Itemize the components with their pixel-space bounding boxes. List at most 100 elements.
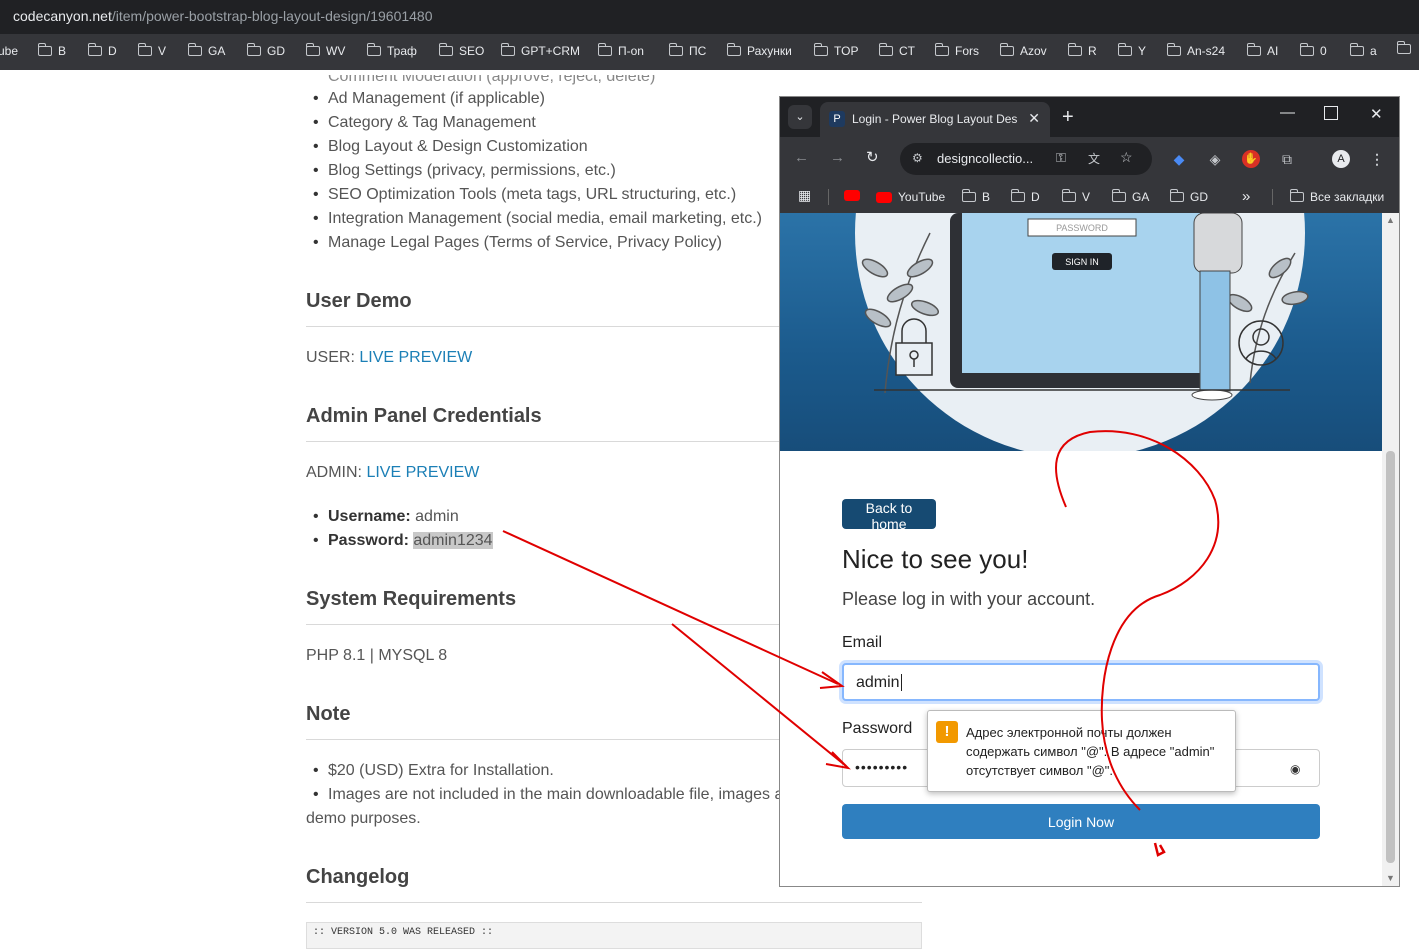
bookmark-folder[interactable] [1396, 41, 1411, 54]
forward-arrow-icon[interactable]: → [830, 149, 845, 166]
tab-close-icon[interactable]: ✕ [1028, 110, 1040, 127]
feature-item: Manage Legal Pages (Terms of Service, Pr… [313, 234, 722, 252]
popup-scrollbar[interactable]: ▲ ▼ [1382, 213, 1399, 886]
popup-bookmarks-bar: ▦ YouTube B D V GA GD » Все закладки [780, 181, 1399, 213]
separator [1272, 189, 1273, 205]
url-host: codecanyon.net [13, 8, 112, 24]
folder-icon [438, 43, 453, 56]
extension-tag-icon[interactable]: ◆ [1170, 150, 1188, 168]
bookmark-folder[interactable]: GPT+CRM [500, 43, 580, 58]
username-label: Username: [328, 508, 411, 525]
back-to-home-button[interactable]: Back to home [842, 499, 936, 532]
password-value-selected: admin1234 [413, 532, 493, 549]
translate-icon[interactable]: 文 [1088, 150, 1100, 167]
bookmark-folder[interactable]: WV [305, 43, 345, 58]
bookmark-label: GA [1132, 190, 1150, 204]
minimize-icon[interactable]: — [1280, 104, 1295, 121]
bookmark-folder[interactable]: AI [1246, 43, 1278, 58]
folder-icon [187, 43, 202, 56]
note-item: Images are not included in the main down… [313, 786, 783, 804]
login-illustration: PASSWORD SIGN IN [855, 213, 1309, 451]
user-demo-line: USER: LIVE PREVIEW [306, 349, 472, 367]
bookmark-folder[interactable]: П-on [597, 43, 644, 58]
email-field[interactable]: admin [842, 663, 1320, 701]
key-icon[interactable]: ⚿ [1056, 150, 1066, 166]
apps-grid-icon[interactable]: ▦ [798, 188, 811, 202]
bookmark-folder[interactable]: GD [246, 43, 285, 58]
bookmark-folder[interactable]: ПС [668, 43, 706, 58]
folder-icon [1111, 189, 1126, 202]
bookmark-folder[interactable]: V [1061, 189, 1090, 204]
new-tab-icon[interactable]: + [1062, 106, 1074, 129]
back-arrow-icon[interactable]: ← [794, 149, 809, 166]
scroll-up-arrow-icon[interactable]: ▲ [1386, 215, 1395, 225]
folder-icon [1169, 189, 1184, 202]
bookmark-label: 0 [1320, 44, 1327, 58]
bookmark-item[interactable]: ube [0, 44, 18, 58]
scroll-thumb[interactable] [1386, 451, 1395, 863]
bookmark-folder[interactable]: B [37, 43, 66, 58]
bookmark-folder[interactable]: D [87, 43, 117, 58]
all-bookmarks-folder[interactable]: Все закладки [1289, 189, 1384, 204]
bookmark-star-icon[interactable]: ☆ [1120, 149, 1133, 166]
admin-live-preview-link[interactable]: LIVE PREVIEW [366, 464, 479, 481]
bookmark-folder[interactable]: Y [1117, 43, 1146, 58]
folder-icon [1289, 189, 1304, 202]
bookmark-folder[interactable]: SEO [438, 43, 484, 58]
address-bar[interactable]: codecanyon.net/item/power-bootstrap-blog… [0, 0, 1419, 34]
folder-icon [1246, 43, 1261, 56]
bookmark-folder[interactable]: B [961, 189, 990, 204]
bookmark-folder[interactable]: GA [1111, 189, 1150, 204]
bookmark-folder[interactable]: a [1349, 43, 1377, 58]
folder-icon [1349, 43, 1364, 56]
stop-extension-icon[interactable]: ✋ [1242, 150, 1260, 168]
window-close-icon[interactable]: ✕ [1370, 105, 1383, 123]
bookmark-folder[interactable]: Рахунки [726, 43, 792, 58]
tab-search-chevron-icon[interactable]: ⌄ [788, 105, 812, 129]
bookmark-folder[interactable]: CT [878, 43, 915, 58]
admin-label: ADMIN: [306, 464, 367, 481]
bookmark-label: CT [899, 44, 915, 58]
more-bookmarks-chevron-icon[interactable]: » [1242, 188, 1250, 205]
bookmark-folder[interactable]: An-s24 [1166, 43, 1225, 58]
menu-kebab-icon[interactable]: ⋮ [1368, 150, 1386, 168]
folder-icon [813, 43, 828, 56]
folder-icon [726, 43, 741, 56]
email-label: Email [842, 634, 883, 651]
feature-item: Category & Tag Management [313, 114, 536, 132]
folder-icon [1166, 43, 1181, 56]
profile-avatar-icon[interactable]: A [1332, 150, 1350, 168]
reload-icon[interactable]: ↻ [866, 148, 879, 166]
bookmark-folder[interactable]: GA [187, 43, 226, 58]
folder-icon [1061, 189, 1076, 202]
bookmark-folder[interactable]: Azov [999, 43, 1047, 58]
scroll-down-arrow-icon[interactable]: ▼ [1386, 873, 1395, 883]
bookmark-folder[interactable]: GD [1169, 189, 1208, 204]
site-settings-icon[interactable]: ⚙ [912, 151, 923, 165]
bookmarks-bar: ube B D V GA GD WV Траф SEO GPT+CRM П-on… [0, 34, 1419, 70]
bookmark-label: GA [208, 44, 226, 58]
bookmark-folder[interactable]: D [1010, 189, 1040, 204]
tab-login[interactable]: P Login - Power Blog Layout Desi ✕ [820, 102, 1050, 137]
user-live-preview-link[interactable]: LIVE PREVIEW [359, 349, 472, 366]
bookmark-folder[interactable]: R [1067, 43, 1097, 58]
shield-extension-icon[interactable]: ◈ [1206, 150, 1224, 168]
feature-item: Blog Layout & Design Customization [313, 138, 588, 156]
youtube-bookmark-icon[interactable] [844, 190, 860, 201]
bookmark-folder[interactable]: 0 [1299, 43, 1327, 58]
validation-message: Адрес электронной почты должен содержать… [966, 725, 1215, 778]
bookmark-folder[interactable]: Fors [934, 43, 979, 58]
show-password-eye-icon[interactable]: ◉ [1290, 762, 1300, 776]
bookmark-folder[interactable]: Траф [366, 43, 417, 58]
hero-sign-in: SIGN IN [1065, 257, 1099, 267]
login-now-button[interactable]: Login Now [842, 804, 1320, 839]
popup-omnibox[interactable]: ⚙ designcollectio... ⚿ 文 ☆ [900, 143, 1152, 175]
folder-icon [1067, 43, 1082, 56]
folder-icon [597, 43, 612, 56]
url-text[interactable]: codecanyon.net/item/power-bootstrap-blog… [13, 8, 433, 24]
bookmark-youtube[interactable]: YouTube [876, 190, 945, 204]
extensions-puzzle-icon[interactable]: ⧉ [1278, 150, 1296, 168]
bookmark-folder[interactable]: TOP [813, 43, 858, 58]
bookmark-folder[interactable]: V [137, 43, 166, 58]
maximize-icon[interactable] [1324, 106, 1338, 120]
